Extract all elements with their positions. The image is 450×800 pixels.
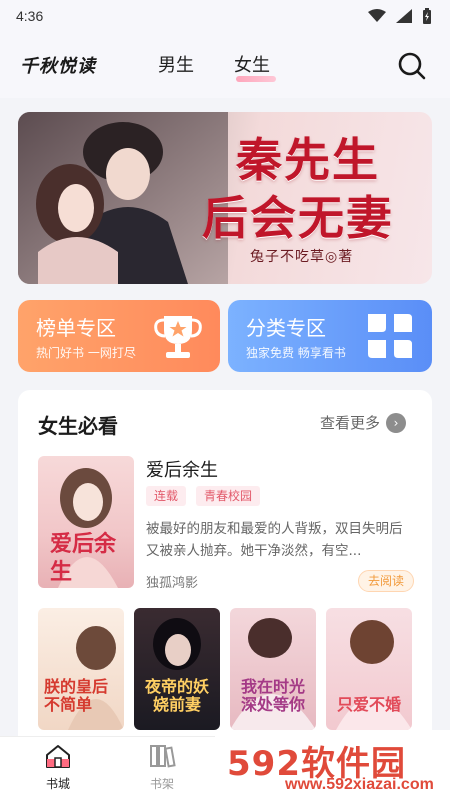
ranking-card-subtitle: 热门好书 一网打尽 — [36, 346, 136, 360]
site-watermark: 592软件园 www.592xiazai.com — [215, 730, 450, 800]
trophy-icon — [154, 316, 202, 358]
book-cover[interactable]: 朕的皇后不简单 — [38, 608, 124, 730]
view-more-button[interactable]: 查看更多 › — [320, 412, 407, 433]
banner-title-line1: 秦先生 — [236, 133, 380, 187]
featured-book-author: 独孤鸿影 — [146, 576, 199, 591]
signal-icon — [396, 9, 412, 23]
nav-home-label: 书城 — [45, 777, 70, 791]
top-nav: 千秋悦读 男生 女生 — [0, 34, 450, 98]
book-cover-title: 朕的皇后不简单 — [44, 677, 109, 714]
banner-illustration — [18, 112, 228, 284]
status-bar: 4:36 — [0, 0, 450, 34]
book-cover-title: 只爱不婚 — [336, 695, 401, 714]
read-button[interactable]: 去阅读 — [358, 570, 414, 592]
search-icon[interactable] — [396, 50, 428, 82]
wifi-icon — [368, 9, 386, 22]
nav-home[interactable]: 书城 — [28, 743, 88, 792]
category-card-subtitle: 独家免费 畅享看书 — [246, 346, 346, 360]
watermark-url: www.592xiazai.com — [285, 776, 434, 793]
promo-banner[interactable]: 秦先生 后会无妻 兔子不吃草◎著 — [18, 112, 432, 284]
status-time: 4:36 — [16, 8, 44, 24]
book-cover-title: 夜帝的妖娆前妻 — [144, 677, 209, 714]
featured-book-cover[interactable]: 爱后余生 — [38, 456, 134, 588]
status-icons — [368, 8, 432, 24]
genre-badge: 青春校园 — [196, 486, 261, 506]
category-card-title: 分类专区 — [246, 316, 326, 340]
section-title: 女生必看 — [38, 414, 118, 438]
book-cover-title: 我在时光深处等你 — [240, 677, 305, 714]
banner-author: 兔子不吃草◎著 — [250, 249, 354, 265]
book-cover[interactable]: 夜帝的妖娆前妻 — [134, 608, 220, 730]
bookshelf-icon — [150, 745, 176, 768]
featured-book-title[interactable]: 爱后余生 — [146, 456, 218, 482]
category-card[interactable]: 分类专区 独家免费 畅享看书 — [228, 300, 432, 372]
ranking-card[interactable]: 榜单专区 热门好书 一网打尽 — [18, 300, 220, 372]
status-badge: 连载 — [146, 486, 187, 506]
featured-cover-title: 爱后余生 — [50, 531, 117, 585]
ranking-card-title: 榜单专区 — [36, 316, 116, 340]
clover-icon — [368, 314, 412, 358]
home-icon — [46, 745, 70, 768]
book-cover[interactable]: 我在时光深处等你 — [230, 608, 316, 730]
banner-title-line2: 后会无妻 — [202, 191, 394, 245]
view-more-label: 查看更多 — [320, 414, 381, 432]
book-cover[interactable]: 只爱不婚 — [326, 608, 412, 730]
tab-female[interactable]: 女生 — [234, 51, 270, 77]
chevron-right-icon: › — [386, 412, 407, 433]
tab-male[interactable]: 男生 — [158, 51, 194, 77]
nav-bookshelf[interactable]: 书架 — [132, 743, 192, 792]
featured-book-description: 被最好的朋友和最爱的人背叛，双目失明后又被亲人抛弃。她干净淡然，有空... — [146, 521, 403, 559]
nav-bookshelf-label: 书架 — [149, 777, 174, 791]
app-brand: 千秋悦读 — [20, 56, 96, 77]
battery-icon — [423, 8, 431, 24]
